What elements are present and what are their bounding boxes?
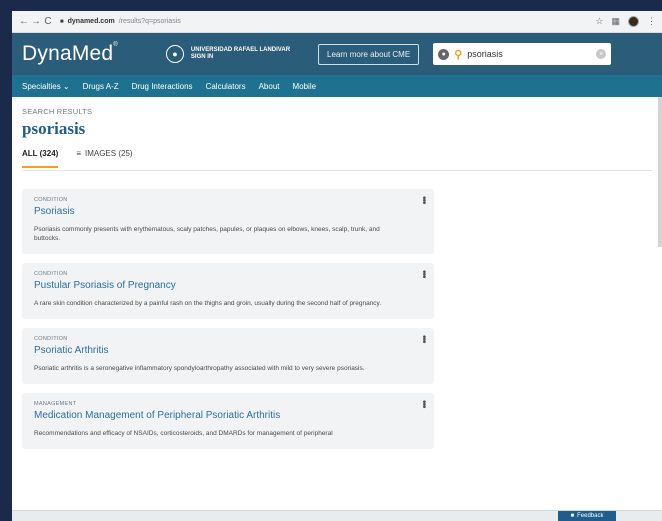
result-card: CONDITION Pustular Psoriasis of Pregnanc… xyxy=(22,263,434,319)
tab-all-label: ALL (324) xyxy=(22,149,59,158)
feedback-label: Feedback xyxy=(577,513,604,519)
institution-name: UNIVERSIDAD RAFAEL LANDIVAR xyxy=(190,47,291,53)
browser-toolbar: ← → C ■ dynamed.com/results?q=psoriasis … xyxy=(12,11,662,33)
clear-search-icon[interactable]: × xyxy=(596,49,607,59)
reload-icon[interactable]: C xyxy=(42,16,54,27)
result-type: CONDITION xyxy=(34,197,68,203)
bookmark-star-icon[interactable]: ☆ xyxy=(595,16,603,27)
learn-cme-button[interactable]: Learn more about CME xyxy=(318,43,420,65)
result-description: Psoriasis commonly presents with erythem… xyxy=(34,226,380,242)
page-title: psoriasis xyxy=(22,119,86,138)
result-description: Recommendations and efficacy of NSAIDs, … xyxy=(34,430,333,437)
forward-arrow-icon[interactable]: → xyxy=(30,16,42,27)
dynamed-logo[interactable]: DynaMed® xyxy=(22,42,118,66)
main-nav: Specialties ⌄ Drugs A-Z Drug Interaction… xyxy=(12,75,662,97)
browser-menu-icon[interactable]: ⋮ xyxy=(647,16,656,27)
lock-icon: ■ xyxy=(60,18,64,25)
search-options-icon[interactable]: ● xyxy=(438,48,450,60)
more-options-icon[interactable]: ••• xyxy=(418,196,429,204)
result-card: MANAGEMENT Medication Management of Peri… xyxy=(22,393,434,449)
search-icon[interactable]: ⚲ xyxy=(454,48,462,61)
more-options-icon[interactable]: ••• xyxy=(418,335,429,343)
result-type: CONDITION xyxy=(34,271,68,277)
main-content: SEARCH RESULTS psoriasis ALL (324) ≡ IMA… xyxy=(12,97,662,521)
tab-images-label: IMAGES (25) xyxy=(84,149,133,158)
extension-icon[interactable]: ▦ xyxy=(611,16,620,27)
nav-drugs-a-z[interactable]: Drugs A-Z xyxy=(83,82,119,91)
result-title-link[interactable]: Psoriasis xyxy=(34,206,424,217)
results-list: CONDITION Psoriasis Psoriasis commonly p… xyxy=(22,189,652,449)
nav-mobile[interactable]: Mobile xyxy=(292,82,316,91)
url-domain: dynamed.com xyxy=(67,18,115,25)
nav-about[interactable]: About xyxy=(259,82,280,91)
institution-sign-in[interactable]: ● UNIVERSIDAD RAFAEL LANDIVAR SIGN IN xyxy=(165,45,291,63)
result-description: A rare skin condition characterized by a… xyxy=(34,300,382,307)
more-options-icon[interactable]: ••• xyxy=(418,400,429,408)
search-box[interactable]: ● ⚲ psoriasis × xyxy=(433,43,612,65)
result-type: CONDITION xyxy=(34,336,68,342)
address-bar[interactable]: ■ dynamed.com/results?q=psoriasis xyxy=(60,18,181,25)
url-path: /results?q=psoriasis xyxy=(118,18,181,25)
list-icon: ≡ xyxy=(76,149,81,158)
result-card: CONDITION Psoriasis Psoriasis commonly p… xyxy=(22,189,434,254)
browser-window: ← → C ■ dynamed.com/results?q=psoriasis … xyxy=(12,11,662,521)
results-tabs: ALL (324) ≡ IMAGES (25) xyxy=(22,149,652,171)
back-arrow-icon[interactable]: ← xyxy=(18,16,30,27)
tab-images[interactable]: ≡ IMAGES (25) xyxy=(76,149,132,166)
search-results-label: SEARCH RESULTS xyxy=(22,107,93,116)
result-title-link[interactable]: Medication Management of Peripheral Psor… xyxy=(34,410,424,421)
result-type: MANAGEMENT xyxy=(34,401,77,407)
user-icon: ● xyxy=(165,45,184,63)
app-header: DynaMed® ● UNIVERSIDAD RAFAEL LANDIVAR S… xyxy=(12,33,662,75)
more-options-icon[interactable]: ••• xyxy=(418,270,429,278)
result-title-link[interactable]: Psoriatic Arthritis xyxy=(34,345,424,356)
scrollbar[interactable] xyxy=(658,97,662,247)
nav-calculators[interactable]: Calculators xyxy=(206,82,246,91)
result-card: CONDITION Psoriatic Arthritis Psoriatic … xyxy=(22,328,434,384)
result-title-link[interactable]: Pustular Psoriasis of Pregnancy xyxy=(34,280,424,291)
result-description: Psoriatic arthritis is a seronegative in… xyxy=(34,365,365,372)
nav-specialties[interactable]: Specialties ⌄ xyxy=(22,82,70,91)
sign-in-link[interactable]: SIGN IN xyxy=(191,54,290,61)
tab-all[interactable]: ALL (324) xyxy=(22,149,59,168)
feedback-button[interactable]: ■ Feedback xyxy=(558,511,616,521)
nav-drug-interactions[interactable]: Drug Interactions xyxy=(132,82,193,91)
feedback-icon: ■ xyxy=(570,513,575,519)
profile-avatar[interactable] xyxy=(628,16,639,27)
search-input[interactable]: psoriasis xyxy=(467,49,591,59)
